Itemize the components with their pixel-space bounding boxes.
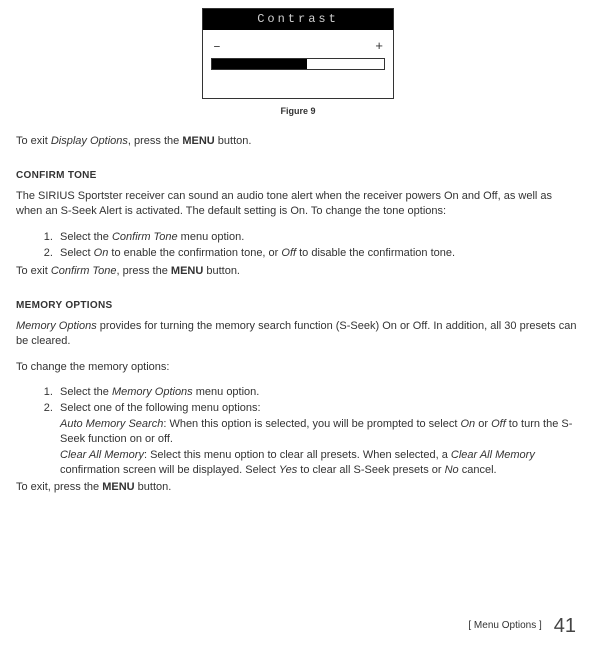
text-italic: Auto Memory Search	[60, 418, 163, 430]
text: button.	[215, 135, 252, 147]
text: , press the	[116, 265, 170, 277]
text: : Select this menu option to clear all p…	[144, 449, 451, 461]
text-italic: Confirm Tone	[112, 231, 178, 243]
minus-label: –	[213, 38, 221, 56]
text-bold: MENU	[171, 265, 203, 277]
lcd-screen: Contrast – +	[202, 8, 394, 99]
list-item: Select one of the following menu options…	[56, 401, 580, 478]
text: Select the	[60, 386, 112, 398]
confirm-tone-heading: CONFIRM TONE	[16, 169, 580, 183]
text-italic: On	[94, 247, 109, 259]
text-italic: No	[445, 464, 459, 476]
text: confirmation screen will be displayed. S…	[60, 464, 279, 476]
list-item: Select the Confirm Tone menu option.	[56, 230, 580, 245]
text: To exit	[16, 265, 51, 277]
memory-options-exit: To exit, press the MENU button.	[16, 480, 580, 495]
text-bold: MENU	[102, 481, 134, 493]
text: : When this option is selected, you will…	[163, 418, 460, 430]
sub-option: Auto Memory Search: When this option is …	[60, 417, 580, 448]
text-bold: MENU	[182, 135, 214, 147]
confirm-tone-exit: To exit Confirm Tone, press the MENU but…	[16, 264, 580, 279]
footer-page-number: 41	[554, 612, 576, 640]
text: to clear all S-Seek presets or	[297, 464, 444, 476]
text: to disable the confirmation tone.	[296, 247, 455, 259]
lcd-body: – +	[203, 30, 393, 98]
lcd-title: Contrast	[203, 9, 393, 30]
text: provides for turning the memory search f…	[16, 320, 576, 347]
text-italic: Memory Options	[112, 386, 193, 398]
figure-caption: Figure 9	[280, 105, 315, 118]
lcd-labels: – +	[211, 38, 385, 58]
contrast-bar-fill	[212, 59, 307, 69]
text-italic: Clear All Memory	[451, 449, 535, 461]
text-italic: Clear All Memory	[60, 449, 144, 461]
plus-label: +	[375, 38, 383, 56]
text: Select the	[60, 231, 112, 243]
memory-options-list: Select the Memory Options menu option. S…	[16, 385, 580, 478]
confirm-tone-intro: The SIRIUS Sportster receiver can sound …	[16, 189, 580, 220]
list-item: Select the Memory Options menu option.	[56, 385, 580, 400]
text: button.	[203, 265, 240, 277]
text: menu option.	[193, 386, 260, 398]
exit-display-paragraph: To exit Display Options, press the MENU …	[16, 134, 580, 149]
text: or	[475, 418, 491, 430]
memory-options-heading: MEMORY OPTIONS	[16, 299, 580, 313]
text: To exit, press the	[16, 481, 102, 493]
text-italic: Yes	[279, 464, 297, 476]
text: cancel.	[459, 464, 497, 476]
sub-option: Clear All Memory: Select this menu optio…	[60, 448, 580, 479]
text-italic: Off	[281, 247, 296, 259]
text-italic: Display Options	[51, 135, 128, 147]
text-italic: On	[460, 418, 475, 430]
text: , press the	[128, 135, 182, 147]
page-footer: [ Menu Options ] 41	[468, 612, 576, 640]
text: Select	[60, 247, 94, 259]
text-italic: Confirm Tone	[51, 265, 117, 277]
text: button.	[135, 481, 172, 493]
contrast-bar-track	[211, 58, 385, 70]
text: Select one of the following menu options…	[60, 402, 261, 414]
list-item: Select On to enable the confirmation ton…	[56, 246, 580, 261]
footer-section-label: [ Menu Options ]	[468, 619, 541, 633]
text: To exit	[16, 135, 51, 147]
memory-options-change: To change the memory options:	[16, 360, 580, 375]
text-italic: Memory Options	[16, 320, 97, 332]
text: to enable the confirmation tone, or	[108, 247, 281, 259]
confirm-tone-list: Select the Confirm Tone menu option. Sel…	[16, 230, 580, 262]
memory-options-intro: Memory Options provides for turning the …	[16, 319, 580, 350]
lcd-figure: Contrast – + Figure 9	[16, 8, 580, 118]
text: menu option.	[178, 231, 245, 243]
text-italic: Off	[491, 418, 506, 430]
